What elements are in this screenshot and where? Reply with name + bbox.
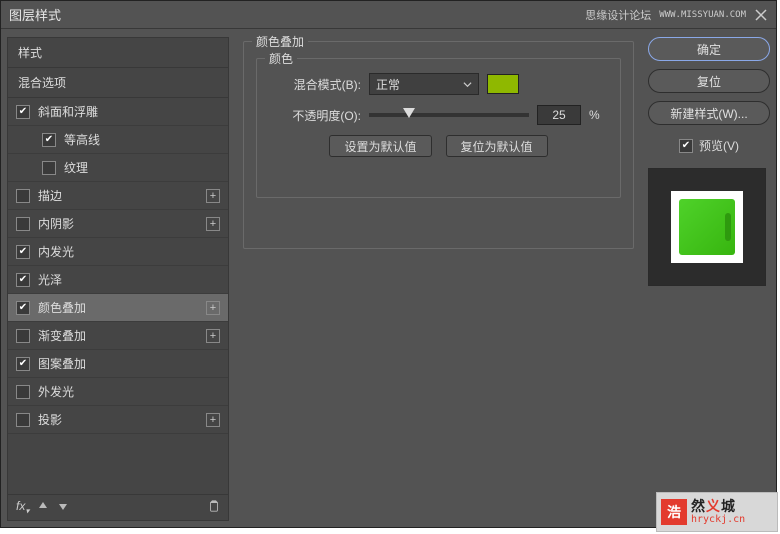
sidebar-item-checkbox[interactable] (16, 329, 30, 343)
add-effect-icon[interactable]: + (206, 329, 220, 343)
styles-sidebar: 样式 混合选项 斜面和浮雕等高线纹理描边 + 内阴影 + 内发光光泽颜色叠加 + 渐变叠加 +… (7, 37, 229, 521)
sidebar-list: 斜面和浮雕等高线纹理描边 + 内阴影 + 内发光光泽颜色叠加 + 渐变叠加 + 图案叠加外发光投… (8, 98, 228, 494)
opacity-slider[interactable] (369, 113, 529, 117)
sidebar-blend-options[interactable]: 混合选项 (8, 67, 228, 98)
action-column: 确定 复位 新建样式(W)... 预览(V) (648, 37, 770, 521)
make-default-button[interactable]: 设置为默认值 (329, 135, 431, 157)
forum-url: WWW.MISSYUAN.COM (659, 10, 746, 20)
reset-default-button[interactable]: 复位为默认值 (446, 135, 548, 157)
close-icon[interactable] (754, 8, 768, 22)
sidebar-item-checkbox[interactable] (42, 161, 56, 175)
sidebar-footer: fx▾ (8, 494, 228, 520)
sidebar-item-label: 等高线 (64, 131, 100, 148)
color-group: 颜色 混合模式(B): 正常 不透明度(O): (256, 58, 621, 198)
sidebar-item-label: 投影 (38, 411, 62, 428)
sidebar-item-checkbox[interactable] (16, 385, 30, 399)
forum-text: 思缘设计论坛 (585, 7, 651, 23)
blend-mode-label: 混合模式(B): (271, 76, 361, 93)
sidebar-item-label: 渐变叠加 (38, 327, 86, 344)
new-style-button[interactable]: 新建样式(W)... (648, 101, 770, 125)
sidebar-header: 样式 (8, 38, 228, 67)
sidebar-item-checkbox[interactable] (16, 273, 30, 287)
sidebar-item-5[interactable]: 内发光 (8, 238, 228, 266)
opacity-input[interactable] (537, 105, 581, 125)
sidebar-item-checkbox[interactable] (16, 189, 30, 203)
add-effect-icon[interactable]: + (206, 301, 220, 315)
sidebar-item-10[interactable]: 外发光 (8, 378, 228, 406)
sidebar-item-checkbox[interactable] (16, 301, 30, 315)
trash-icon[interactable] (208, 500, 220, 515)
sidebar-item-11[interactable]: 投影 + (8, 406, 228, 434)
sidebar-item-0[interactable]: 斜面和浮雕 (8, 98, 228, 126)
sidebar-item-label: 内发光 (38, 243, 74, 260)
sidebar-item-checkbox[interactable] (16, 105, 30, 119)
main-panel: 颜色叠加 颜色 混合模式(B): 正常 不透明度(O): (235, 37, 642, 521)
overlay-color-swatch[interactable] (487, 74, 519, 94)
move-up-icon[interactable] (37, 500, 49, 515)
sidebar-item-checkbox[interactable] (16, 245, 30, 259)
sidebar-item-label: 图案叠加 (38, 355, 86, 372)
opacity-slider-thumb[interactable] (403, 108, 415, 118)
sidebar-item-7[interactable]: 颜色叠加 + (8, 294, 228, 322)
preview-swatch (679, 199, 735, 255)
sidebar-item-checkbox[interactable] (16, 217, 30, 231)
blend-mode-select[interactable]: 正常 (369, 73, 479, 95)
window-title: 图层样式 (9, 5, 61, 24)
sidebar-item-2[interactable]: 纹理 (8, 154, 228, 182)
add-effect-icon[interactable]: + (206, 413, 220, 427)
sidebar-item-checkbox[interactable] (42, 133, 56, 147)
sidebar-item-label: 纹理 (64, 159, 88, 176)
ok-button[interactable]: 确定 (648, 37, 770, 61)
sidebar-item-label: 描边 (38, 187, 62, 204)
fx-menu[interactable]: fx▾ (16, 499, 29, 515)
move-down-icon[interactable] (57, 500, 69, 515)
layer-style-dialog: 图层样式 思缘设计论坛 WWW.MISSYUAN.COM 样式 混合选项 斜面和… (0, 0, 777, 528)
sidebar-item-label: 颜色叠加 (38, 299, 86, 316)
sidebar-item-checkbox[interactable] (16, 357, 30, 371)
sidebar-item-label: 斜面和浮雕 (38, 103, 98, 120)
sidebar-item-1[interactable]: 等高线 (8, 126, 228, 154)
chevron-down-icon (463, 80, 472, 89)
preview-box (648, 168, 766, 286)
preview-checkbox[interactable] (679, 139, 693, 153)
opacity-label: 不透明度(O): (271, 107, 361, 124)
sidebar-item-8[interactable]: 渐变叠加 + (8, 322, 228, 350)
preview-label: 预览(V) (699, 137, 739, 154)
color-overlay-fieldset: 颜色叠加 颜色 混合模式(B): 正常 不透明度(O): (243, 41, 634, 249)
add-effect-icon[interactable]: + (206, 217, 220, 231)
sidebar-item-checkbox[interactable] (16, 413, 30, 427)
add-effect-icon[interactable]: + (206, 189, 220, 203)
sidebar-item-3[interactable]: 描边 + (8, 182, 228, 210)
color-group-legend: 颜色 (265, 50, 297, 67)
sidebar-item-4[interactable]: 内阴影 + (8, 210, 228, 238)
fieldset-legend: 颜色叠加 (252, 33, 308, 50)
opacity-unit: % (589, 108, 600, 122)
sidebar-item-9[interactable]: 图案叠加 (8, 350, 228, 378)
sidebar-item-6[interactable]: 光泽 (8, 266, 228, 294)
sidebar-item-label: 外发光 (38, 383, 74, 400)
titlebar: 图层样式 思缘设计论坛 WWW.MISSYUAN.COM (1, 1, 776, 29)
blend-mode-value: 正常 (376, 76, 400, 93)
cancel-button[interactable]: 复位 (648, 69, 770, 93)
sidebar-item-label: 光泽 (38, 271, 62, 288)
sidebar-item-label: 内阴影 (38, 215, 74, 232)
